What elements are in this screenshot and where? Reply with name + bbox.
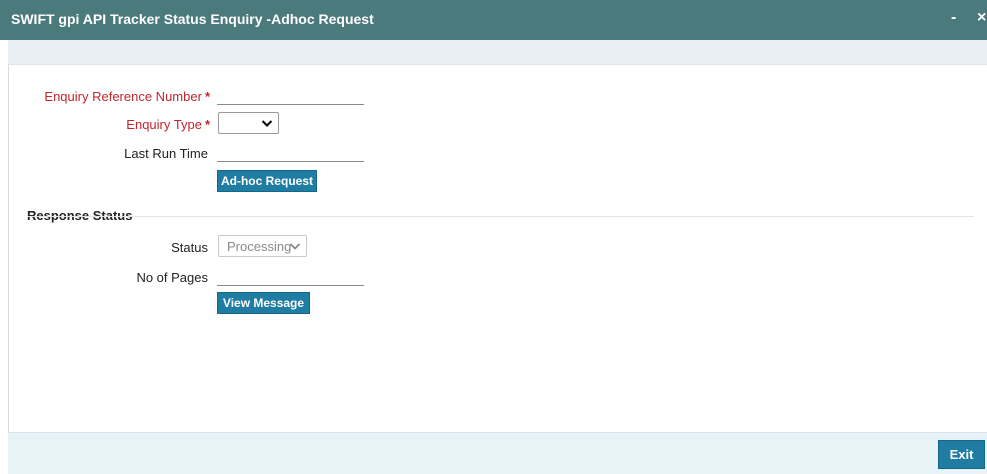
enquiry-type-select[interactable]: [218, 112, 279, 134]
toolbar-strip: [8, 40, 987, 65]
section-divider: [27, 216, 974, 217]
no-of-pages-input[interactable]: [217, 267, 364, 286]
title-bar: SWIFT gpi API Tracker Status Enquiry -Ad…: [0, 0, 987, 40]
close-icon[interactable]: ×: [977, 9, 986, 27]
enquiry-reference-label-text: Enquiry Reference Number: [44, 89, 202, 104]
required-marker: *: [204, 117, 210, 132]
status-value: Processing: [227, 239, 292, 254]
exit-button[interactable]: Exit: [938, 440, 985, 469]
footer-bar: [8, 432, 987, 474]
enquiry-reference-input[interactable]: [217, 86, 364, 105]
enquiry-type-label: Enquiry Type *: [10, 117, 210, 132]
adhoc-request-button[interactable]: Ad-hoc Request: [217, 170, 317, 192]
status-select[interactable]: Processing: [218, 235, 307, 257]
enquiry-type-label-text: Enquiry Type: [126, 117, 202, 132]
enquiry-reference-label: Enquiry Reference Number *: [10, 89, 210, 104]
required-marker: *: [204, 89, 210, 104]
minimize-icon[interactable]: -: [951, 9, 956, 27]
view-message-button[interactable]: View Message: [217, 292, 310, 314]
last-run-time-label: Last Run Time: [124, 146, 208, 161]
last-run-time-input[interactable]: [217, 143, 364, 162]
no-of-pages-label: No of Pages: [136, 270, 208, 285]
chevron-down-icon: [289, 243, 301, 250]
status-label: Status: [171, 240, 208, 255]
window-title: SWIFT gpi API Tracker Status Enquiry -Ad…: [11, 11, 374, 27]
chevron-down-icon: [261, 120, 273, 128]
